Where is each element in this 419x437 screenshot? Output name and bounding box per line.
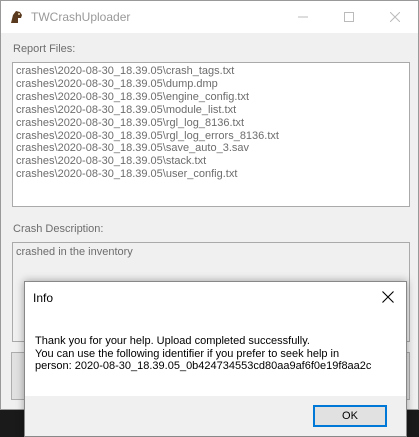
list-item[interactable]: crashes\2020-08-30_18.39.05\engine_confi… bbox=[16, 91, 406, 104]
maximize-icon bbox=[344, 12, 354, 22]
minimize-icon bbox=[298, 16, 308, 18]
dialog-close-button[interactable] bbox=[371, 283, 405, 311]
list-item[interactable]: crashes\2020-08-30_18.39.05\dump.dmp bbox=[16, 78, 406, 91]
title-bar: TWCrashUploader bbox=[1, 1, 418, 33]
report-files-label: Report Files: bbox=[13, 43, 76, 55]
dialog-title: Info bbox=[33, 291, 54, 305]
list-item[interactable]: crashes\2020-08-30_18.39.05\stack.txt bbox=[16, 155, 406, 168]
crash-description-label: Crash Description: bbox=[13, 223, 104, 235]
crash-description-text: crashed in the inventory bbox=[16, 246, 133, 258]
maximize-button[interactable] bbox=[326, 1, 372, 33]
list-item[interactable]: crashes\2020-08-30_18.39.05\crash_tags.t… bbox=[16, 65, 406, 78]
close-icon bbox=[382, 291, 394, 303]
list-item[interactable]: crashes\2020-08-30_18.39.05\module_list.… bbox=[16, 104, 406, 117]
close-icon bbox=[390, 12, 400, 22]
list-item[interactable]: crashes\2020-08-30_18.39.05\user_config.… bbox=[16, 168, 406, 181]
dialog-title-bar: Info bbox=[25, 282, 406, 312]
app-icon bbox=[11, 11, 22, 23]
window-close-button[interactable] bbox=[372, 1, 418, 33]
dialog-message-line: You can use the following identifier if … bbox=[35, 347, 340, 360]
list-item[interactable]: crashes\2020-08-30_18.39.05\rgl_log_8136… bbox=[16, 117, 406, 130]
list-item[interactable]: crashes\2020-08-30_18.39.05\save_auto_3.… bbox=[16, 142, 406, 155]
report-files-list[interactable]: crashes\2020-08-30_18.39.05\crash_tags.t… bbox=[12, 62, 410, 207]
list-item[interactable]: crashes\2020-08-30_18.39.05\rgl_log_erro… bbox=[16, 130, 406, 143]
minimize-button[interactable] bbox=[280, 1, 326, 33]
ok-button[interactable]: OK bbox=[313, 405, 387, 427]
dialog-message-line: person: 2020-08-30_18.39.05_0b424734553c… bbox=[35, 360, 372, 373]
window-title: TWCrashUploader bbox=[31, 10, 131, 24]
info-dialog: Info Thank you for your help. Upload com… bbox=[24, 281, 407, 437]
dialog-message-line: Thank you for your help. Upload complete… bbox=[35, 335, 310, 347]
dialog-body: Thank you for your help. Upload complete… bbox=[25, 312, 406, 396]
